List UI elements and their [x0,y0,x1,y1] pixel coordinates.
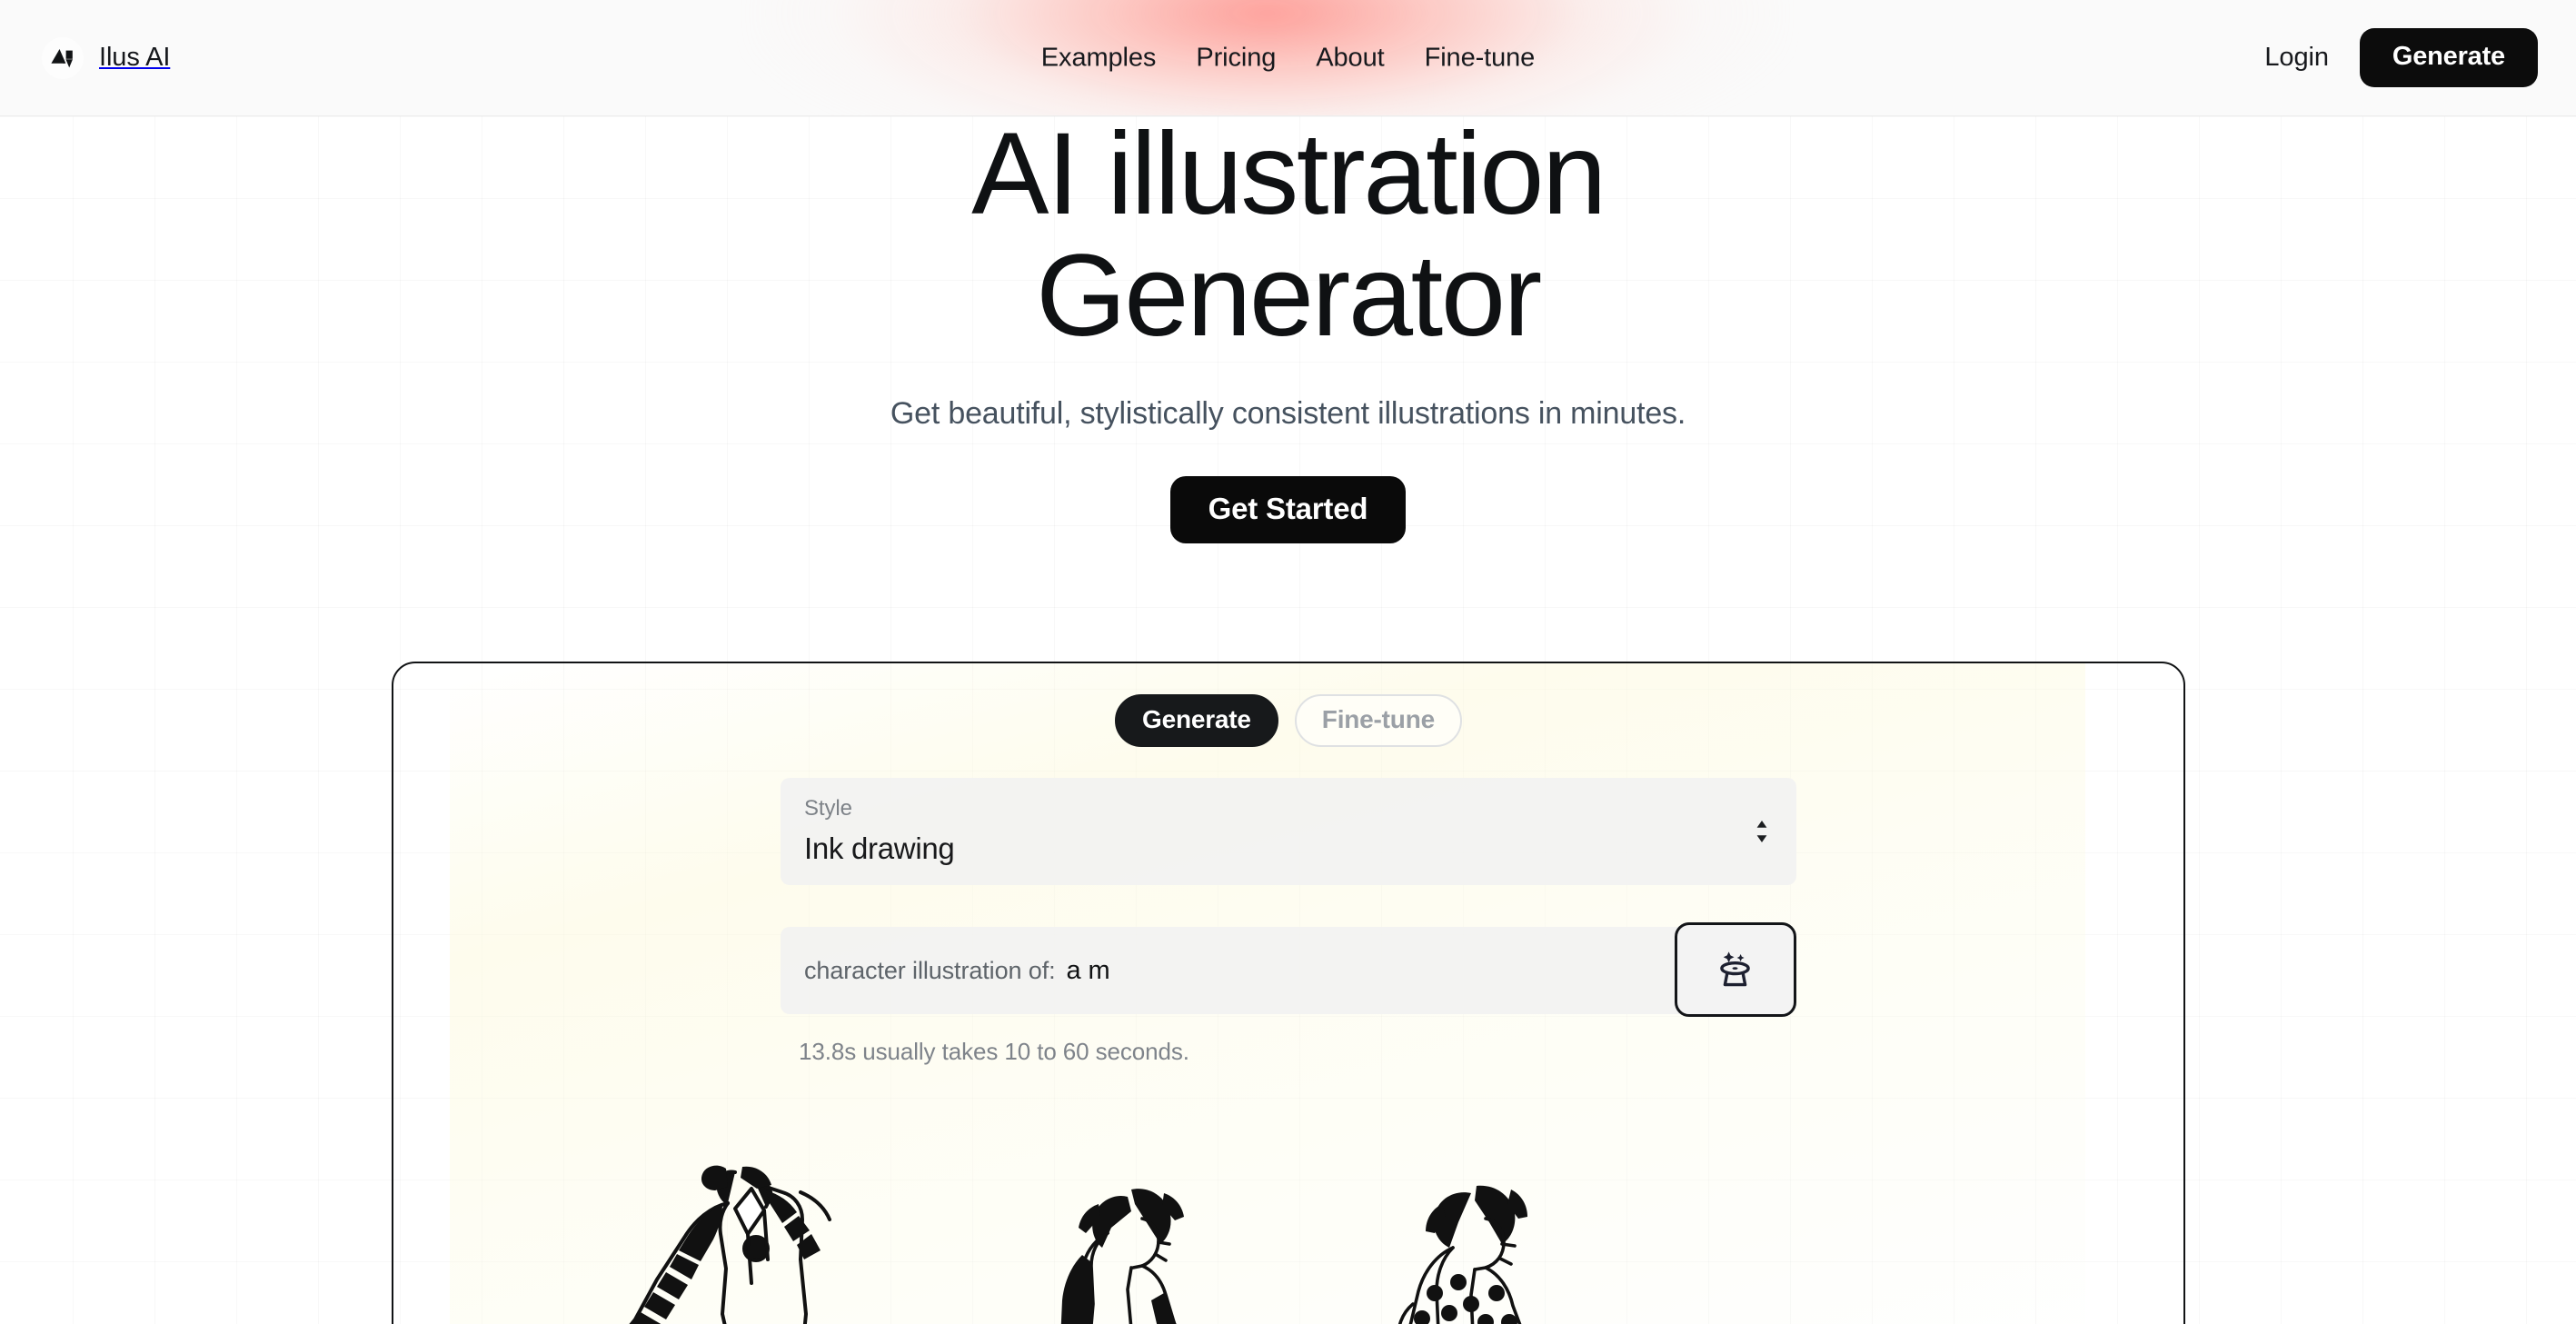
hero-subtitle: Get beautiful, stylistically consistent … [890,395,1686,431]
magic-hat-icon [1716,948,1755,992]
prompt-input[interactable]: character illustration of: a m [781,927,1796,1014]
demo-tabs: Generate Fine-tune [393,694,2183,747]
tab-fine-tune[interactable]: Fine-tune [1294,694,1462,747]
ilus-logo-icon [42,36,84,79]
prompt-prefix-label: character illustration of: [804,956,1056,984]
generate-magic-button[interactable] [1675,922,1796,1017]
hero-section: AI illustration Generator Get beautiful,… [0,113,2576,543]
nav-item-examples[interactable]: Examples [1041,43,1157,73]
brand-name: Ilus AI [99,43,171,72]
style-select-value: Ink drawing [804,831,955,865]
generation-status-text: 13.8s usually takes 10 to 60 seconds. [799,1038,1189,1065]
primary-nav: Examples Pricing About Fine-tune [1041,43,1536,73]
page-root: Ilus AI Examples Pricing About Fine-tune… [0,0,2576,1324]
site-header: Ilus AI Examples Pricing About Fine-tune… [0,0,2576,116]
get-started-button[interactable]: Get Started [1169,475,1407,543]
result-illustration-2[interactable] [1040,1177,1313,1324]
page-title: AI illustration Generator [0,113,2576,362]
prompt-row: character illustration of: a m [781,922,1796,1017]
prompt-input-value: a m [1066,955,1110,985]
login-link[interactable]: Login [2264,43,2329,73]
nav-item-about[interactable]: About [1316,43,1384,73]
result-illustration-1[interactable] [541,1150,922,1324]
header-generate-button[interactable]: Generate [2359,28,2538,87]
nav-item-fine-tune[interactable]: Fine-tune [1425,43,1536,73]
result-illustration-3[interactable] [1358,1177,1631,1324]
style-select-label: Style [804,796,852,821]
style-select[interactable]: Style Ink drawing [781,778,1796,885]
tab-generate[interactable]: Generate [1115,694,1278,747]
demo-form: Style Ink drawing character illustration… [781,778,1796,1066]
header-actions: Login Generate [2264,28,2538,87]
nav-item-pricing[interactable]: Pricing [1196,43,1276,73]
brand-home-link[interactable]: Ilus AI [42,36,171,79]
hero-title-line-1: AI illustration [971,109,1606,239]
results-strip [450,1150,2085,1324]
hero-title-line-2: Generator [1036,231,1542,362]
demo-card: Generate Fine-tune Style Ink drawing cha… [392,662,2185,1324]
chevron-updown-icon [1755,821,1769,843]
